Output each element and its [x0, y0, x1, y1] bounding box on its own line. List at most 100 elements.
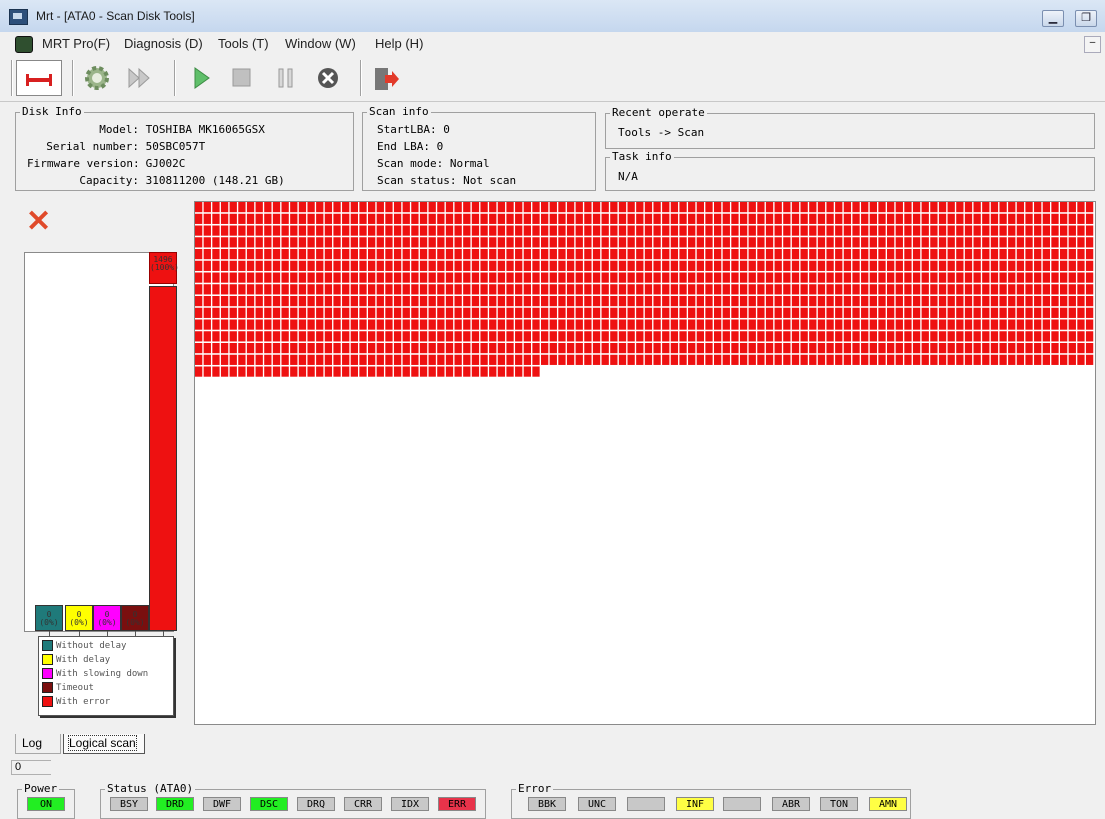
scan-block	[791, 331, 800, 342]
scan-block	[791, 213, 800, 224]
scan-block	[506, 331, 514, 342]
scan-block	[921, 284, 929, 295]
scan-block	[748, 331, 756, 342]
pause-button[interactable]	[276, 68, 296, 91]
scan-block	[229, 331, 237, 342]
scan-block	[938, 213, 947, 224]
scan-block	[290, 307, 298, 318]
scan-block	[497, 296, 506, 307]
scan-block	[636, 319, 644, 330]
tab-logical-scan[interactable]: Logical scan	[63, 734, 145, 754]
menu-mrt-pro[interactable]: MRT Pro(F)	[42, 36, 110, 51]
scan-block	[402, 319, 410, 330]
exit-button[interactable]	[373, 66, 401, 95]
gear-button[interactable]	[83, 64, 111, 95]
scan-block	[714, 213, 722, 224]
error-indicator	[723, 797, 761, 811]
scan-block	[791, 237, 800, 248]
scan-block	[1051, 260, 1059, 271]
scan-block	[843, 307, 852, 318]
scan-block	[869, 202, 877, 213]
scan-block	[575, 249, 583, 260]
menu-window[interactable]: Window (W)	[285, 36, 356, 51]
scan-block	[670, 260, 679, 271]
scan-block	[1077, 202, 1085, 213]
clear-icon[interactable]: ✕	[26, 207, 51, 237]
scan-block	[930, 307, 938, 318]
tab-log[interactable]: Log	[15, 734, 61, 754]
scan-block	[195, 366, 203, 377]
scan-block	[523, 284, 531, 295]
scan-block	[541, 213, 549, 224]
scan-block	[419, 296, 428, 307]
scan-block	[575, 331, 583, 342]
scan-block	[480, 249, 488, 260]
scan-block	[938, 272, 947, 283]
scan-block	[350, 202, 358, 213]
scan-block	[584, 260, 592, 271]
minimize-button[interactable]: ▁	[1042, 10, 1064, 27]
menu-help[interactable]: Help (H)	[375, 36, 423, 51]
scan-block	[342, 272, 350, 283]
scan-block	[1034, 331, 1042, 342]
menu-diagnosis[interactable]: Diagnosis (D)	[124, 36, 203, 51]
scan-block	[324, 225, 333, 236]
scan-block	[203, 296, 211, 307]
scan-block	[791, 354, 800, 365]
scan-block	[679, 237, 687, 248]
scan-block	[437, 319, 445, 330]
scan-block	[324, 331, 333, 342]
scan-block	[272, 260, 281, 271]
stop-button[interactable]	[232, 68, 252, 91]
scan-block	[1085, 272, 1094, 283]
disk-button[interactable]	[16, 60, 62, 96]
fast-forward-button[interactable]	[126, 66, 154, 93]
scan-block	[843, 225, 852, 236]
scan-block	[878, 202, 886, 213]
restore-button[interactable]: ❐	[1075, 10, 1097, 27]
scan-block	[912, 284, 921, 295]
scan-block	[757, 343, 765, 354]
scan-block	[307, 307, 315, 318]
scan-block	[1008, 284, 1016, 295]
scan-block	[246, 202, 255, 213]
scan-block	[852, 213, 860, 224]
capacity-label: Capacity:	[79, 174, 139, 187]
chart-bar-label: 0 (0%)	[69, 610, 89, 627]
scan-block	[255, 260, 263, 271]
scan-block	[679, 213, 687, 224]
scan-block	[549, 249, 557, 260]
scan-block	[964, 296, 973, 307]
scan-block	[791, 307, 800, 318]
scan-block	[809, 213, 817, 224]
scan-block	[861, 284, 869, 295]
scan-block	[541, 272, 549, 283]
menu-tools[interactable]: Tools (T)	[218, 36, 269, 51]
scan-block	[982, 343, 990, 354]
scan-block	[203, 319, 211, 330]
scan-block	[428, 272, 436, 283]
scan-block	[350, 307, 358, 318]
mdi-minimize-button[interactable]: –	[1084, 36, 1101, 53]
error-indicator: ABR	[772, 797, 810, 811]
start-button[interactable]	[192, 66, 212, 93]
scan-block	[1042, 202, 1050, 213]
scan-block	[895, 272, 903, 283]
scan-block	[212, 225, 220, 236]
scan-block	[229, 319, 237, 330]
scan-block	[990, 307, 999, 318]
scan-block	[238, 225, 246, 236]
scan-block	[653, 307, 661, 318]
scan-block	[1042, 213, 1050, 224]
cancel-button[interactable]	[316, 66, 340, 93]
scan-block	[307, 272, 315, 283]
scan-block	[904, 260, 912, 271]
scan-block	[982, 284, 990, 295]
scan-block	[402, 284, 410, 295]
scan-block	[947, 343, 955, 354]
scan-block	[705, 331, 713, 342]
error-indicator: AMN	[869, 797, 907, 811]
scan-block	[385, 272, 393, 283]
scan-block	[419, 284, 428, 295]
scan-block	[419, 366, 428, 377]
